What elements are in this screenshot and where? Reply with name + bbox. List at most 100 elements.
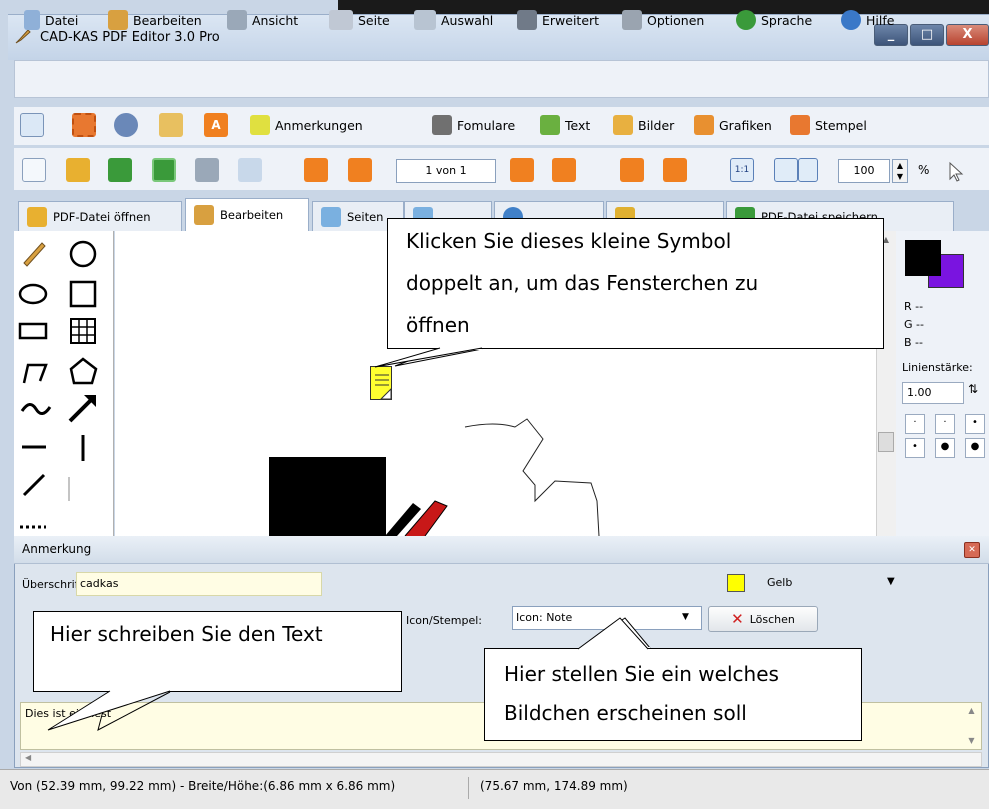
- curve-tool-icon[interactable]: [20, 403, 52, 415]
- wrench-icon: [622, 10, 642, 30]
- black-rectangle-shape[interactable]: [269, 457, 386, 537]
- ellipse-tool-icon[interactable]: [18, 283, 48, 305]
- chevron-down-icon[interactable]: ▼: [682, 612, 689, 622]
- close-window-button[interactable]: X: [946, 24, 989, 46]
- menu-ansicht[interactable]: Ansicht: [227, 9, 298, 31]
- menu-datei[interactable]: Datei: [24, 9, 78, 31]
- save-as-icon[interactable]: [152, 158, 176, 182]
- annotation-note-icon[interactable]: [370, 366, 392, 400]
- form-icon: [432, 115, 452, 135]
- dot-medium-button[interactable]: ·: [935, 414, 955, 434]
- diagonal-line-tool-icon[interactable]: [22, 473, 46, 497]
- new-file-icon[interactable]: [22, 158, 46, 182]
- square-tool-icon[interactable]: [69, 280, 97, 308]
- polyline-tool-icon[interactable]: [22, 363, 48, 384]
- scroll-thumb[interactable]: [878, 432, 894, 452]
- menu-seite[interactable]: Seite: [329, 9, 390, 31]
- tab-pdf-open[interactable]: PDF-Datei öffnen: [18, 201, 182, 231]
- print-icon[interactable]: [195, 158, 219, 182]
- toolbar-formulare[interactable]: Fomulare: [432, 115, 515, 135]
- status-selection-info: Von (52.39 mm, 99.22 mm) - Breite/Höhe:(…: [10, 779, 396, 793]
- fit-height-icon[interactable]: [774, 158, 798, 182]
- callout-top-line1: Klicken Sie dieses kleine Symbol: [406, 229, 732, 253]
- callout-top-line2: doppelt an, um das Fensterchen zu: [406, 271, 759, 295]
- maximize-button[interactable]: □: [910, 24, 944, 46]
- stamp-icon: [790, 115, 810, 135]
- callout-left-text: Hier schreiben Sie den Text: [50, 622, 323, 646]
- first-page-icon[interactable]: [304, 158, 328, 182]
- grid-tool-icon[interactable]: [70, 318, 96, 344]
- arrow-tool-icon[interactable]: [68, 395, 96, 423]
- rotate-left-icon[interactable]: [620, 158, 644, 182]
- toolbar-grafiken[interactable]: Grafiken: [694, 115, 772, 135]
- delete-x-icon: ✕: [731, 610, 744, 628]
- menu-label: Hilfe: [866, 12, 895, 28]
- previous-page-icon[interactable]: [348, 158, 372, 182]
- blue-value: B --: [904, 336, 923, 349]
- pages-icon: [321, 206, 341, 227]
- annotation-close-icon[interactable]: ✕: [964, 542, 980, 558]
- undo-redo-icon[interactable]: [238, 158, 262, 182]
- chevron-down-icon[interactable]: ▼: [887, 576, 895, 587]
- icon-stamp-select[interactable]: Icon: Note: [512, 606, 702, 630]
- text-area-horizontal-scrollbar[interactable]: ◀: [20, 752, 982, 767]
- zoom-input[interactable]: 100: [838, 159, 890, 183]
- menu-label: Auswahl: [441, 12, 494, 28]
- note-pen-icon: [250, 115, 270, 135]
- select-rect-icon[interactable]: [72, 113, 96, 137]
- line-width-stepper-icon[interactable]: ⇅: [968, 382, 986, 404]
- tab-label: PDF-Datei öffnen: [53, 209, 151, 224]
- fit-width-icon[interactable]: [798, 158, 818, 182]
- polygon-tool-icon[interactable]: [69, 357, 98, 385]
- status-separator: [468, 777, 469, 799]
- pencil-tool-icon[interactable]: [23, 242, 46, 267]
- text-tool-icon[interactable]: A: [204, 113, 228, 137]
- dot-xl-button[interactable]: •: [905, 438, 925, 458]
- open-folder-icon[interactable]: [66, 158, 90, 182]
- dot-large-button[interactable]: •: [965, 414, 985, 434]
- dot-xxxl-button[interactable]: ●: [965, 438, 985, 458]
- menu-erweitert[interactable]: Erweitert: [517, 9, 599, 31]
- delete-label: Löschen: [749, 612, 795, 626]
- next-page-icon[interactable]: [510, 158, 534, 182]
- text-area-scrollbar[interactable]: ▲ ▼: [962, 703, 981, 749]
- help-icon: [841, 10, 861, 30]
- menu-auswahl[interactable]: Auswahl: [414, 9, 493, 31]
- toolbar-bilder[interactable]: Bilder: [613, 115, 674, 135]
- tab-label: Seiten: [347, 209, 384, 224]
- menu-sprache[interactable]: Sprache: [736, 9, 812, 31]
- tab-bearbeiten[interactable]: Bearbeiten: [185, 198, 309, 231]
- text-edit-icon: [540, 115, 560, 135]
- toolbar-label: Bilder: [638, 117, 675, 133]
- zoom-icon[interactable]: [114, 113, 138, 137]
- actual-size-icon[interactable]: 1:1: [730, 158, 754, 182]
- dot-xxl-button[interactable]: ●: [935, 438, 955, 458]
- menu-bearbeiten[interactable]: Bearbeiten: [108, 9, 202, 31]
- green-value: G --: [904, 318, 924, 331]
- toolbar-anmerkungen[interactable]: Anmerkungen: [250, 115, 363, 135]
- toolbar-text[interactable]: Text: [540, 115, 590, 135]
- hand-icon[interactable]: [159, 113, 183, 137]
- menu-label: Ansicht: [252, 12, 299, 28]
- save-icon[interactable]: [108, 158, 132, 182]
- toolbar-stempel[interactable]: Stempel: [790, 115, 867, 135]
- heading-input[interactable]: cadkas: [76, 572, 322, 596]
- menu-hilfe[interactable]: Hilfe: [841, 9, 894, 31]
- open-folder-icon: [27, 206, 47, 227]
- circle-tool-icon[interactable]: [69, 240, 97, 268]
- last-page-icon[interactable]: [552, 158, 576, 182]
- select-arrow-icon[interactable]: [20, 113, 44, 137]
- line-width-input[interactable]: 1.00: [902, 382, 964, 404]
- application-window: CAD-KAS PDF Editor 3.0 Pro _ □ X Datei B…: [0, 0, 989, 809]
- cursor-arrow-icon[interactable]: [948, 161, 966, 183]
- zoom-stepper[interactable]: ▲ ▼: [892, 159, 908, 183]
- delete-button[interactable]: ✕ Löschen: [708, 606, 818, 632]
- brush-icon: [108, 10, 128, 30]
- rotate-right-icon[interactable]: [663, 158, 687, 182]
- annotation-dialog-title: Anmerkung: [22, 542, 92, 556]
- rectangle-tool-icon[interactable]: [18, 322, 48, 340]
- dot-small-button[interactable]: ·: [905, 414, 925, 434]
- page-number-input[interactable]: 1 von 1: [396, 159, 496, 183]
- graphic-icon: [694, 115, 714, 135]
- menu-optionen[interactable]: Optionen: [622, 9, 704, 31]
